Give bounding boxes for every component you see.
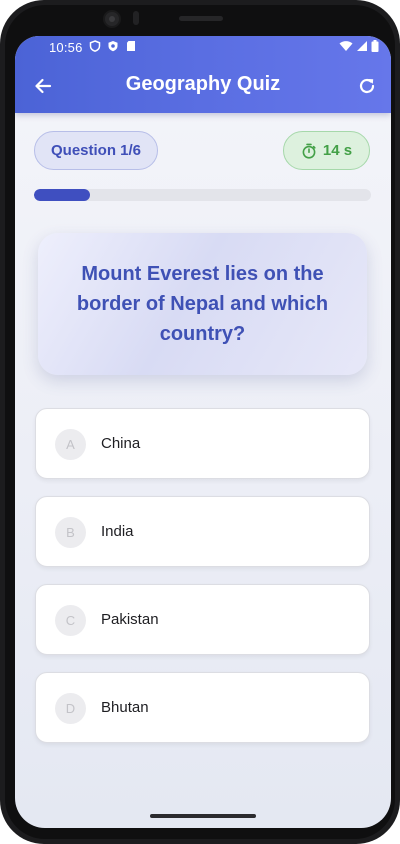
status-bar: 10:56 [15,36,391,58]
home-indicator[interactable] [150,814,256,818]
option-letter-badge: C [55,605,86,636]
earpiece-speaker [179,16,223,21]
option-letter-badge: B [55,517,86,548]
proximity-sensor [133,11,139,25]
question-card: Mount Everest lies on the border of Nepa… [38,233,367,375]
answer-option-b[interactable]: B India [35,496,370,567]
shield-icon [89,40,101,52]
option-letter-badge: A [55,429,86,460]
question-counter-badge: Question 1/6 [34,131,158,170]
answer-option-c[interactable]: C Pakistan [35,584,370,655]
answer-option-a[interactable]: A China [35,408,370,479]
status-icons-right [339,40,379,52]
option-text: India [101,523,134,540]
answer-option-d[interactable]: D Bhutan [35,672,370,743]
timer-value: 14 s [322,142,353,159]
option-text: Pakistan [101,611,159,628]
sd-card-icon [127,41,135,51]
question-text: Mount Everest lies on the border of Nepa… [76,263,329,345]
status-icons-left [89,40,137,52]
option-text: Bhutan [101,699,149,716]
wifi-icon [339,41,353,51]
signal-icon [357,41,367,51]
option-letter-badge: D [55,693,86,724]
app-title: Geography Quiz [125,73,281,95]
timer-badge: 14 s [283,131,370,170]
status-time: 10:56 [49,40,83,55]
phone-frame: 10:56 Geography Quiz Question 1/6 14 s M… [0,0,400,844]
front-camera [103,10,121,28]
app-screen: 10:56 Geography Quiz Question 1/6 14 s M… [15,36,391,828]
refresh-icon[interactable] [357,76,377,96]
option-text: China [101,435,141,452]
privacy-icon [108,41,118,52]
app-bar: 10:56 Geography Quiz [15,36,391,113]
stopwatch-icon [302,143,316,159]
back-arrow-icon[interactable] [33,76,53,96]
quiz-progress-fill [34,189,91,201]
quiz-progress-bar [34,189,371,201]
battery-icon [371,40,379,52]
